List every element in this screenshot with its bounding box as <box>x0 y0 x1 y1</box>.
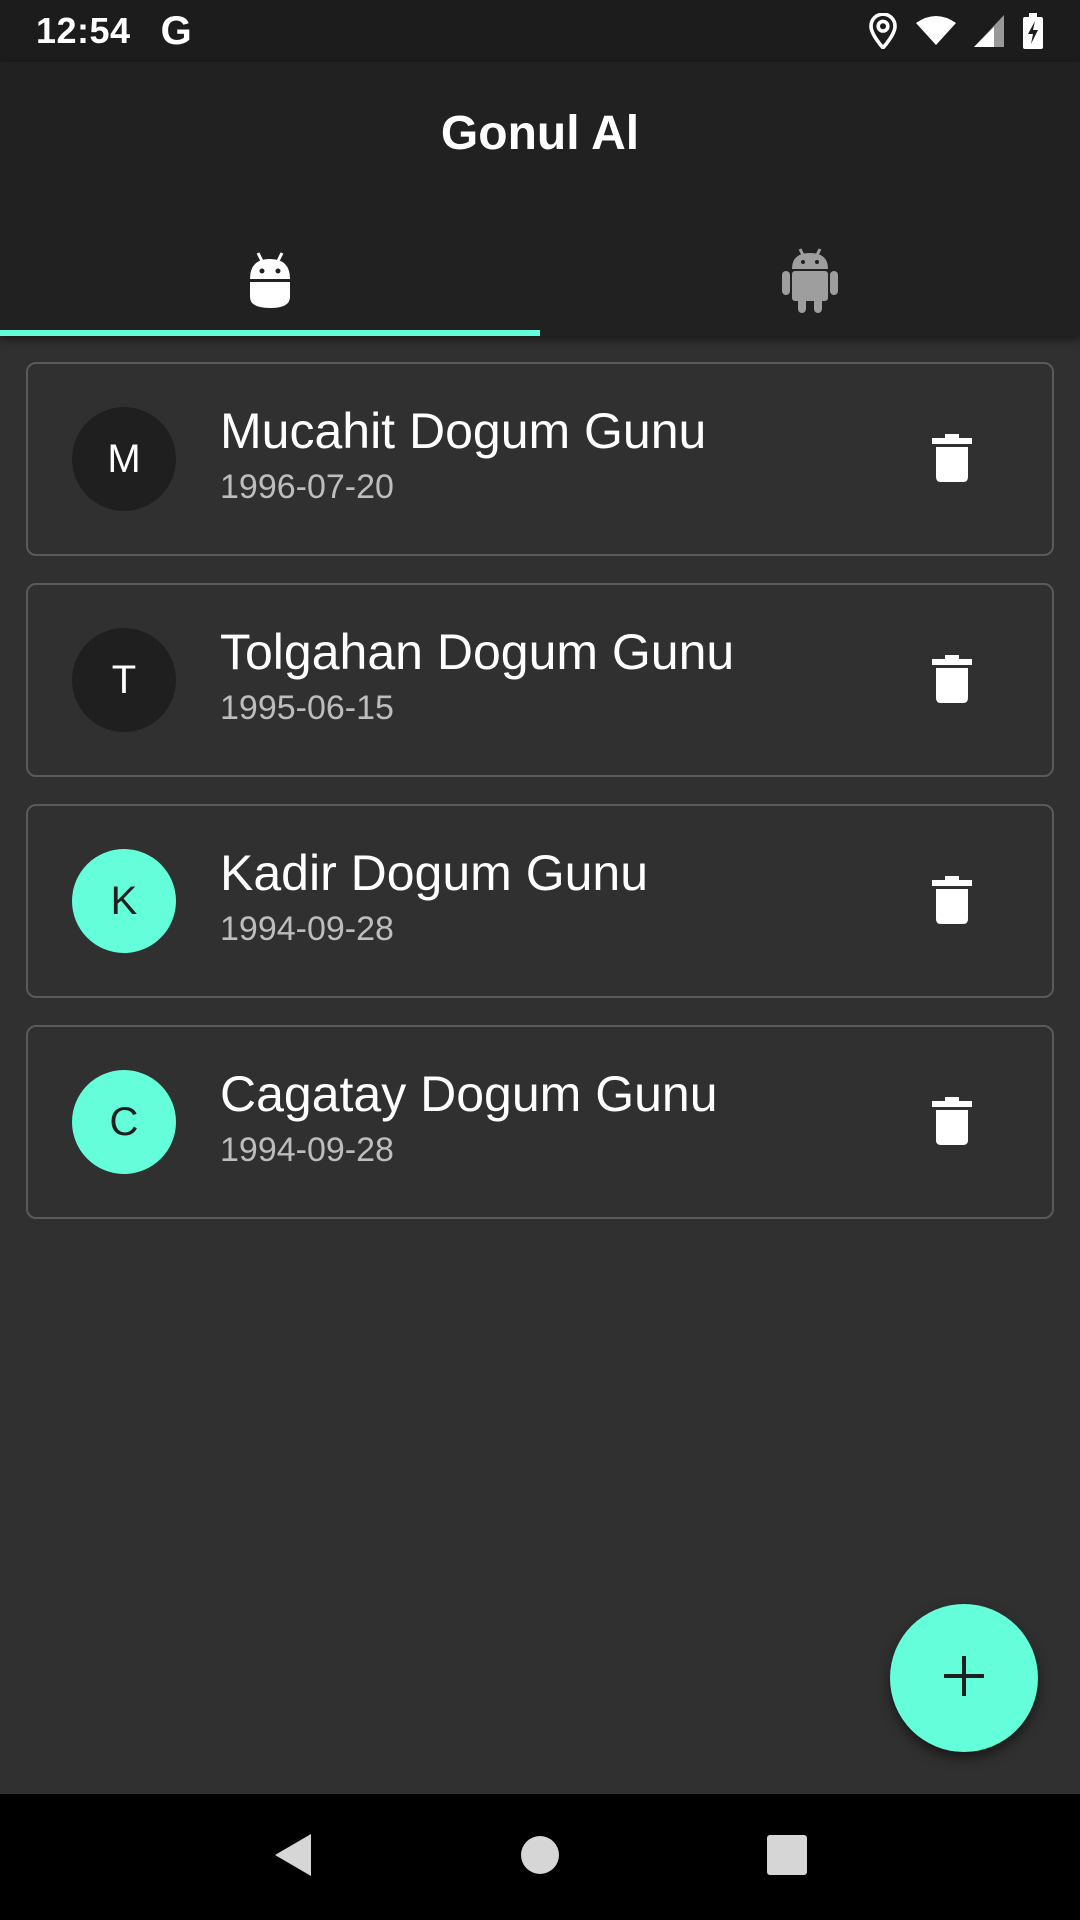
home-icon[interactable] <box>520 1835 560 1880</box>
google-icon: G <box>160 8 192 53</box>
trash-icon <box>932 654 972 708</box>
item-title: Kadir Dogum Gunu <box>220 845 649 901</box>
delete-button[interactable] <box>924 653 980 709</box>
list-item[interactable]: K Kadir Dogum Gunu 1994-09-28 <box>26 804 1054 998</box>
signal-icon <box>974 15 1004 47</box>
app-bar: Gonul Al <box>0 62 1080 336</box>
avatar: T <box>72 628 176 732</box>
item-title: Mucahit Dogum Gunu <box>220 403 707 459</box>
tab-bar <box>0 228 1080 336</box>
status-icons <box>868 13 1044 49</box>
android-robot-icon <box>782 247 838 318</box>
wifi-icon <box>916 15 956 47</box>
add-birthday-button[interactable] <box>890 1604 1038 1752</box>
item-date: 1994-09-28 <box>220 910 394 948</box>
avatar: C <box>72 1070 176 1174</box>
tab-second[interactable] <box>540 228 1080 336</box>
status-time: 12:54 <box>36 10 131 51</box>
list-item[interactable]: C Cagatay Dogum Gunu 1994-09-28 <box>26 1025 1054 1219</box>
trash-icon <box>932 433 972 487</box>
back-icon[interactable] <box>273 1832 313 1883</box>
trash-icon <box>932 875 972 929</box>
avatar: K <box>72 849 176 953</box>
android-head-icon <box>248 251 292 314</box>
list-item[interactable]: M Mucahit Dogum Gunu 1996-07-20 <box>26 362 1054 556</box>
delete-button[interactable] <box>924 874 980 930</box>
app-title: Gonul Al <box>440 107 640 160</box>
item-date: 1994-09-28 <box>220 1131 394 1169</box>
recents-icon[interactable] <box>766 1834 807 1880</box>
tab-birthdays[interactable] <box>0 228 540 336</box>
location-icon <box>868 13 898 49</box>
battery-charging-icon <box>1022 13 1044 49</box>
delete-button[interactable] <box>924 432 980 488</box>
birthday-list: M Mucahit Dogum Gunu 1996-07-20 T Tolgah… <box>26 362 1054 1246</box>
system-nav-bar <box>0 1794 1080 1920</box>
item-date: 1996-07-20 <box>220 468 394 506</box>
avatar: M <box>72 407 176 511</box>
item-title: Cagatay Dogum Gunu <box>220 1066 718 1122</box>
list-item[interactable]: T Tolgahan Dogum Gunu 1995-06-15 <box>26 583 1054 777</box>
trash-icon <box>932 1096 972 1150</box>
item-date: 1995-06-15 <box>220 689 394 727</box>
status-bar: 12:54 G <box>0 0 1080 62</box>
item-title: Tolgahan Dogum Gunu <box>220 624 735 680</box>
delete-button[interactable] <box>924 1095 980 1151</box>
plus-icon <box>944 1655 984 1701</box>
